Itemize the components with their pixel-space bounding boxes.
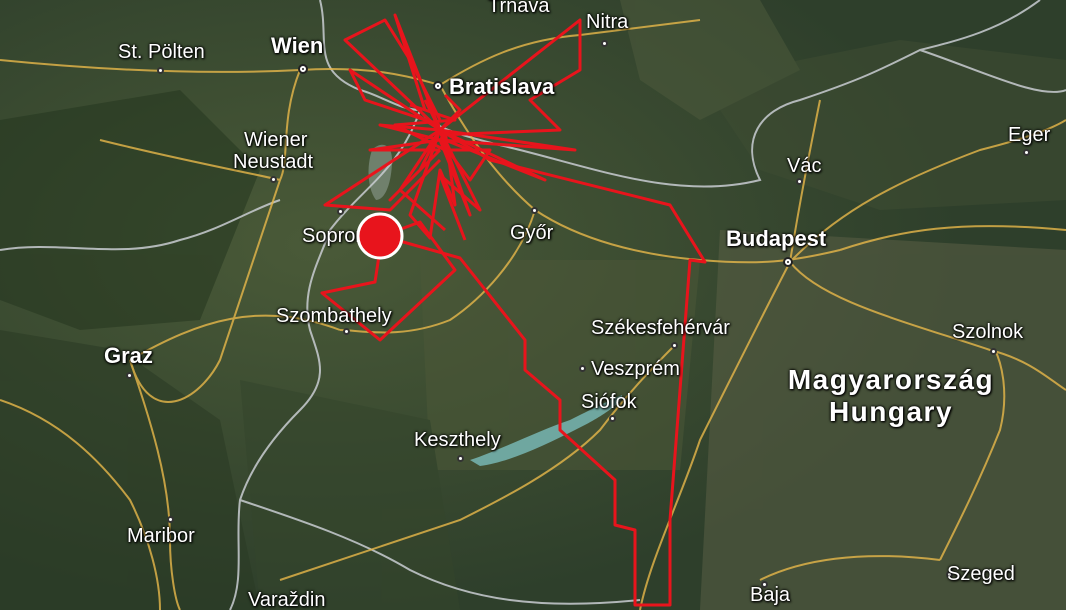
city-label-eger: Eger bbox=[1008, 124, 1051, 146]
graz-dot bbox=[126, 372, 133, 379]
nitra-dot bbox=[601, 40, 608, 47]
city-label-szeged: Szeged bbox=[947, 563, 1015, 585]
country-label-english: Hungary bbox=[828, 396, 954, 428]
satellite-map[interactable]: Trnava Nitra St. Pölten Wien Bratislava … bbox=[0, 0, 1066, 610]
city-label-trnava: Trnava bbox=[488, 0, 550, 17]
city-label-maribor: Maribor bbox=[127, 525, 195, 547]
szekesfehervar-dot bbox=[671, 342, 678, 349]
sopron-dot bbox=[337, 208, 344, 215]
country-label: Magyarország Hungary bbox=[752, 364, 1030, 428]
keszthely-dot bbox=[457, 455, 464, 462]
city-label-siofok: Siófok bbox=[581, 391, 637, 413]
wien-dot bbox=[298, 64, 308, 74]
maribor-dot bbox=[167, 516, 174, 523]
city-label-varazdin: Varaždin bbox=[248, 589, 326, 610]
szolnok-dot bbox=[990, 348, 997, 355]
city-label-keszthely: Keszthely bbox=[414, 429, 501, 451]
city-label-wiener: Wiener bbox=[244, 129, 308, 151]
city-label-gyor: Győr bbox=[510, 222, 554, 244]
city-label-bratislava: Bratislava bbox=[449, 74, 555, 99]
city-label-veszprem: Veszprém bbox=[591, 358, 680, 380]
city-label-baja: Baja bbox=[750, 584, 791, 606]
st-polten-dot bbox=[157, 67, 164, 74]
city-label-sopron: Sopron bbox=[302, 225, 367, 247]
city-label-neustadt: Neustadt bbox=[233, 151, 314, 173]
budapest-dot bbox=[783, 257, 793, 267]
city-label-st-polten: St. Pölten bbox=[118, 41, 205, 63]
veszprem-dot bbox=[579, 365, 586, 372]
city-label-nitra: Nitra bbox=[586, 11, 629, 33]
siofok-dot bbox=[609, 415, 616, 422]
city-label-wien: Wien bbox=[271, 33, 324, 58]
country-label-native: Magyarország bbox=[787, 364, 995, 395]
city-label-szombathely: Szombathely bbox=[276, 305, 392, 327]
eger-dot bbox=[1023, 149, 1030, 156]
wiener-neustadt-dot bbox=[270, 176, 277, 183]
city-label-graz: Graz bbox=[104, 343, 153, 368]
city-label-szolnok: Szolnok bbox=[952, 321, 1024, 343]
gyor-dot bbox=[531, 207, 538, 214]
city-label-budapest: Budapest bbox=[726, 226, 827, 251]
szombathely-dot bbox=[343, 328, 350, 335]
vac-dot bbox=[796, 178, 803, 185]
bratislava-dot bbox=[433, 81, 443, 91]
city-label-vac: Vác bbox=[787, 155, 822, 177]
city-label-szekesfehervar: Székesfehérvár bbox=[591, 317, 730, 339]
